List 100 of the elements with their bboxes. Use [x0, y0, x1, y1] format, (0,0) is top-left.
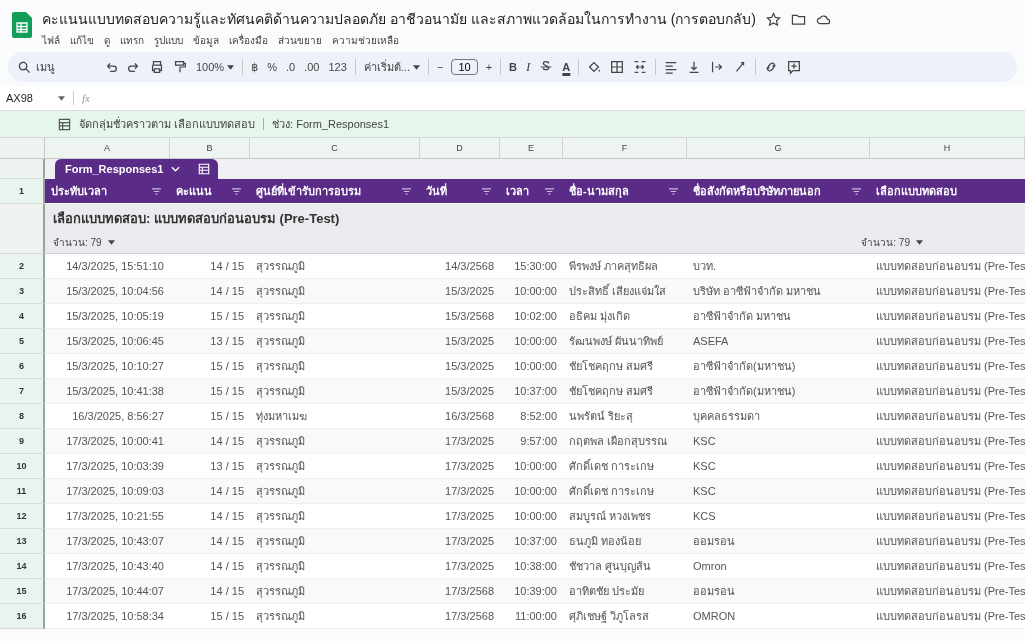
add-comment-icon[interactable] — [786, 59, 803, 75]
text-color-button[interactable]: A — [561, 61, 572, 73]
table-cell: 17/3/2025, 10:09:03 — [45, 479, 170, 504]
table-cell: 14 / 15 — [170, 579, 250, 604]
italic-button[interactable]: I — [525, 59, 532, 75]
column-heading[interactable]: วันที่ — [420, 179, 500, 203]
row-number[interactable]: 3 — [0, 279, 45, 304]
menu-item[interactable]: เครื่องมือ — [229, 33, 268, 48]
menu-item[interactable]: ข้อมูล — [193, 33, 219, 48]
row-number[interactable]: 4 — [0, 304, 45, 329]
table-cell: 17/3/2568 — [420, 579, 500, 604]
document-title[interactable]: คะแนนแบบทดสอบความรู้และทัศนคติด้านความปลอดภัย อาชีวอนามัย และสภาพแวดล้อมในการทำงาน (การตอบกลับ) — [42, 8, 756, 30]
column-header[interactable]: B — [170, 138, 250, 159]
table-cell: แบบทดสอบก่อนอบรม (Pre-Tes — [870, 279, 1025, 304]
toolbar-button[interactable]: − — [435, 61, 445, 73]
row-number[interactable]: 14 — [0, 554, 45, 579]
column-heading[interactable]: เวลา — [500, 179, 563, 203]
column-header[interactable]: D — [420, 138, 500, 159]
table-cell: แบบทดสอบก่อนอบรม (Pre-Tes — [870, 529, 1025, 554]
toolbar-button[interactable]: ฿ — [250, 60, 260, 74]
toolbar-button[interactable]: .0 — [284, 61, 297, 73]
row-number[interactable]: 12 — [0, 504, 45, 529]
caret-icon[interactable] — [58, 95, 65, 101]
filter-icon[interactable] — [401, 186, 412, 196]
table-cell: ชัยโชคฤกษ สมศรี — [563, 379, 687, 404]
cell-reference[interactable]: AX98 — [6, 92, 50, 104]
filter-icon[interactable] — [151, 186, 162, 196]
print-icon[interactable] — [149, 59, 165, 75]
filter-icon[interactable] — [231, 186, 242, 196]
column-heading[interactable]: คะแนน — [170, 179, 250, 203]
menu-item[interactable]: ไฟล์ — [42, 33, 60, 48]
menu-search-button[interactable]: เมนู — [18, 58, 96, 76]
column-heading[interactable]: ประทับเวลา — [45, 179, 170, 203]
chevron-down-icon — [171, 166, 181, 172]
row-number[interactable]: 13 — [0, 529, 45, 554]
column-header[interactable]: F — [563, 138, 687, 159]
toolbar-dropdown[interactable]: 100% — [195, 61, 236, 73]
table-cell: แบบทดสอบก่อนอบรม (Pre-Tes — [870, 579, 1025, 604]
menu-item[interactable]: ความช่วยเหลือ — [332, 33, 399, 48]
row-number[interactable]: 11 — [0, 479, 45, 504]
formula-label: fx — [82, 92, 90, 104]
paint-roller-icon[interactable] — [172, 59, 188, 75]
table-cell: 17/3/2025, 10:44:07 — [45, 579, 170, 604]
row-number[interactable]: 10 — [0, 454, 45, 479]
star-icon[interactable] — [766, 11, 781, 27]
borders-icon[interactable] — [609, 59, 626, 75]
menu-item[interactable]: แก้ไข — [70, 33, 94, 48]
row-number[interactable]: 15 — [0, 579, 45, 604]
group-title: เลือกแบบทดสอบ: แบบทดสอบก่อนอบรม (Pre-Test) — [53, 209, 341, 228]
search-icon — [18, 60, 31, 74]
filter-icon[interactable] — [668, 186, 679, 196]
filter-icon[interactable] — [544, 186, 555, 196]
column-header[interactable]: H — [870, 138, 1025, 159]
toolbar-button[interactable]: % — [266, 61, 278, 73]
column-header[interactable]: G — [687, 138, 870, 159]
table-cell: สุวรรณภูมิ — [250, 579, 420, 604]
column-heading[interactable]: ชื่อสังกัดหรือบริษัทภายนอก — [687, 179, 870, 203]
row-number[interactable]: 9 — [0, 429, 45, 454]
row-number[interactable]: 16 — [0, 604, 45, 629]
column-heading[interactable]: ชื่อ-นามสกุล — [563, 179, 687, 203]
filter-icon[interactable] — [481, 186, 492, 196]
row-number[interactable]: 5 — [0, 329, 45, 354]
column-header[interactable]: E — [500, 138, 563, 159]
menu-item[interactable]: แทรก — [120, 33, 144, 48]
filter-icon[interactable] — [851, 186, 862, 196]
table-icon — [58, 117, 71, 131]
table-cell: 15/3/2025 — [420, 329, 500, 354]
table-name-tab[interactable]: Form_Responses1 — [55, 159, 191, 179]
row-number[interactable]: 1 — [0, 179, 45, 204]
toolbar-button[interactable]: 123 — [327, 61, 348, 73]
font-size-field[interactable]: 10 — [451, 59, 478, 75]
toolbar-button[interactable]: + — [484, 61, 494, 73]
column-heading[interactable]: ศูนย์ที่เข้ารับการอบรม — [250, 179, 420, 203]
row-number[interactable]: 6 — [0, 354, 45, 379]
table-cell: 13 / 15 — [170, 329, 250, 354]
row-number[interactable]: 2 — [0, 254, 45, 279]
menu-item[interactable]: ส่วนขยาย — [278, 33, 322, 48]
menu-item[interactable]: รูปแบบ — [154, 33, 183, 48]
menu-item[interactable]: ดู — [104, 33, 110, 48]
table-cell: ASEFA — [687, 329, 870, 354]
table-cell: 10:00:00 — [500, 329, 563, 354]
table-cell: อาทิตชัย ประมัย — [563, 579, 687, 604]
bold-button[interactable]: B — [508, 61, 518, 73]
row-number[interactable]: 7 — [0, 379, 45, 404]
paint-bucket-icon[interactable] — [586, 59, 603, 75]
column-heading[interactable]: เลือกแบบทดสอบ — [870, 179, 1025, 203]
sheets-logo-icon[interactable] — [12, 12, 32, 38]
group-count[interactable]: จำนวน: 79 — [861, 234, 923, 250]
toolbar-dropdown[interactable]: ค่าเริ่มต้... — [362, 58, 421, 76]
table-cell: สุวรรณภูมิ — [250, 529, 420, 554]
table-cell: ออมรอน — [687, 529, 870, 554]
column-header[interactable]: C — [250, 138, 420, 159]
row-number[interactable]: 8 — [0, 404, 45, 429]
column-header[interactable]: A — [45, 138, 170, 159]
table-cell: 17/3/2025 — [420, 479, 500, 504]
table-cell: 10:39:00 — [500, 579, 563, 604]
table-cell: สุวรรณภูมิ — [250, 429, 420, 454]
group-count[interactable]: จำนวน: 79 — [53, 234, 115, 250]
toolbar-button[interactable]: .00 — [303, 61, 321, 73]
table-cell: ธนภูมิ ทองน้อย — [563, 529, 687, 554]
